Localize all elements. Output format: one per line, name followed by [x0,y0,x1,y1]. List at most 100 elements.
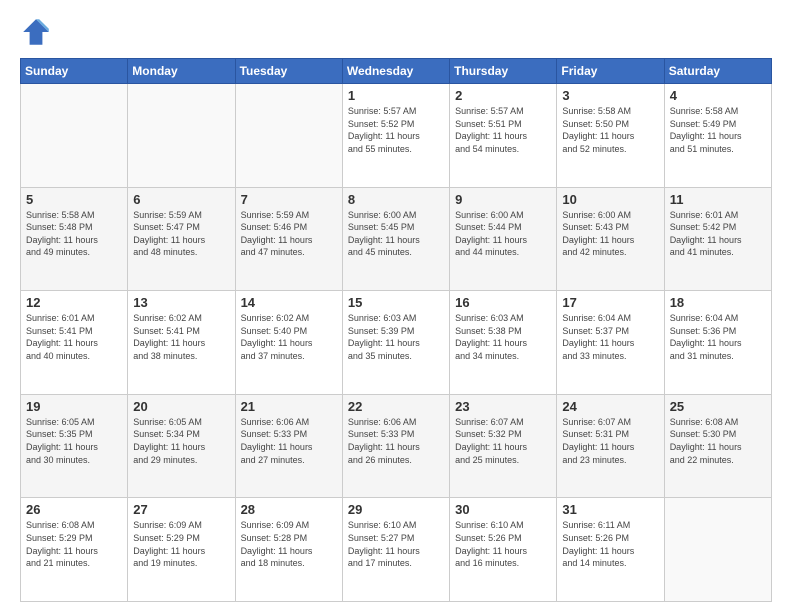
cell-day-number: 5 [26,192,122,207]
cell-day-number: 3 [562,88,658,103]
calendar-cell: 20 Sunrise: 6:05 AM Sunset: 5:34 PM Dayli… [128,394,235,498]
weekday-header-friday: Friday [557,59,664,84]
cell-day-number: 24 [562,399,658,414]
cell-info: Sunrise: 5:57 AM Sunset: 5:52 PM Dayligh… [348,105,444,155]
week-row-3: 12 Sunrise: 6:01 AM Sunset: 5:41 PM Dayli… [21,291,772,395]
calendar-cell: 22Sunrise: 6:06 AM Sunset: 5:33 PM Dayli… [342,394,449,498]
cell-day-number: 29 [348,502,444,517]
cell-day-number: 19 [26,399,122,414]
cell-day-number: 27 [133,502,229,517]
calendar-cell: 7 Sunrise: 5:59 AM Sunset: 5:46 PM Daylig… [235,187,342,291]
cell-info: Sunrise: 6:02 AM Sunset: 5:41 PM Dayligh… [133,312,229,362]
calendar-cell: 6 Sunrise: 5:59 AM Sunset: 5:47 PM Daylig… [128,187,235,291]
calendar-cell: 8 Sunrise: 6:00 AM Sunset: 5:45 PM Daylig… [342,187,449,291]
cell-info: Sunrise: 6:03 AM Sunset: 5:38 PM Dayligh… [455,312,551,362]
cell-day-number: 23 [455,399,551,414]
calendar-cell: 29 Sunrise: 6:10 AM Sunset: 5:27 PM Dayli… [342,498,449,602]
cell-day-number: 15 [348,295,444,310]
cell-day-number: 6 [133,192,229,207]
cell-day-number: 4 [670,88,766,103]
calendar-cell: 17 Sunrise: 6:04 AM Sunset: 5:37 PM Dayli… [557,291,664,395]
cell-info: Sunrise: 5:58 AM Sunset: 5:50 PM Dayligh… [562,105,658,155]
calendar-cell: 23 Sunrise: 6:07 AM Sunset: 5:32 PM Dayli… [450,394,557,498]
cell-info: Sunrise: 6:04 AM Sunset: 5:37 PM Dayligh… [562,312,658,362]
cell-info: Sunrise: 6:10 AM Sunset: 5:27 PM Dayligh… [348,519,444,569]
cell-info: Sunrise: 6:01 AM Sunset: 5:41 PM Dayligh… [26,312,122,362]
calendar-cell: 27Sunrise: 6:09 AM Sunset: 5:29 PM Dayli… [128,498,235,602]
cell-day-number: 17 [562,295,658,310]
cell-info: Sunrise: 6:05 AM Sunset: 5:35 PM Dayligh… [26,416,122,466]
calendar-cell: 13 Sunrise: 6:02 AM Sunset: 5:41 PM Dayli… [128,291,235,395]
calendar-cell: 3 Sunrise: 5:58 AM Sunset: 5:50 PM Daylig… [557,84,664,188]
calendar-cell: 24 Sunrise: 6:07 AM Sunset: 5:31 PM Dayli… [557,394,664,498]
cell-info: Sunrise: 6:05 AM Sunset: 5:34 PM Dayligh… [133,416,229,466]
cell-day-number: 28 [241,502,337,517]
cell-day-number: 8 [348,192,444,207]
cell-day-number: 14 [241,295,337,310]
calendar-cell: 31 Sunrise: 6:11 AM Sunset: 5:26 PM Dayli… [557,498,664,602]
calendar-cell: 15 Sunrise: 6:03 AM Sunset: 5:39 PM Dayli… [342,291,449,395]
cell-info: Sunrise: 6:06 AM Sunset: 5:33 PM Dayligh… [241,416,337,466]
cell-day-number: 16 [455,295,551,310]
cell-day-number: 13 [133,295,229,310]
weekday-header-thursday: Thursday [450,59,557,84]
calendar-cell: 12 Sunrise: 6:01 AM Sunset: 5:41 PM Dayli… [21,291,128,395]
cell-info: Sunrise: 5:57 AM Sunset: 5:51 PM Dayligh… [455,105,551,155]
cell-day-number: 10 [562,192,658,207]
cell-day-number: 12 [26,295,122,310]
weekday-header-sunday: Sunday [21,59,128,84]
cell-day-number: 31 [562,502,658,517]
week-row-2: 5 Sunrise: 5:58 AM Sunset: 5:48 PM Daylig… [21,187,772,291]
cell-info: Sunrise: 5:59 AM Sunset: 5:46 PM Dayligh… [241,209,337,259]
calendar-cell: 30Sunrise: 6:10 AM Sunset: 5:26 PM Dayli… [450,498,557,602]
cell-day-number: 2 [455,88,551,103]
cell-info: Sunrise: 6:00 AM Sunset: 5:43 PM Dayligh… [562,209,658,259]
cell-info: Sunrise: 6:00 AM Sunset: 5:44 PM Dayligh… [455,209,551,259]
calendar-cell: 25 Sunrise: 6:08 AM Sunset: 5:30 PM Dayli… [664,394,771,498]
calendar-cell [128,84,235,188]
cell-info: Sunrise: 5:59 AM Sunset: 5:47 PM Dayligh… [133,209,229,259]
cell-day-number: 11 [670,192,766,207]
weekday-header-monday: Monday [128,59,235,84]
calendar-cell: 18 Sunrise: 6:04 AM Sunset: 5:36 PM Dayli… [664,291,771,395]
weekday-header-saturday: Saturday [664,59,771,84]
cell-day-number: 26 [26,502,122,517]
cell-info: Sunrise: 6:07 AM Sunset: 5:31 PM Dayligh… [562,416,658,466]
calendar-cell: 4 Sunrise: 5:58 AM Sunset: 5:49 PM Daylig… [664,84,771,188]
cell-info: Sunrise: 6:01 AM Sunset: 5:42 PM Dayligh… [670,209,766,259]
week-row-5: 26Sunrise: 6:08 AM Sunset: 5:29 PM Dayli… [21,498,772,602]
cell-day-number: 1 [348,88,444,103]
cell-day-number: 9 [455,192,551,207]
calendar-cell: 28 Sunrise: 6:09 AM Sunset: 5:28 PM Dayli… [235,498,342,602]
cell-day-number: 18 [670,295,766,310]
cell-info: Sunrise: 6:06 AM Sunset: 5:33 PM Dayligh… [348,416,444,466]
cell-info: Sunrise: 5:58 AM Sunset: 5:48 PM Dayligh… [26,209,122,259]
weekday-header-row: SundayMondayTuesdayWednesdayThursdayFrid… [21,59,772,84]
calendar-table: SundayMondayTuesdayWednesdayThursdayFrid… [20,58,772,602]
cell-info: Sunrise: 6:07 AM Sunset: 5:32 PM Dayligh… [455,416,551,466]
weekday-header-tuesday: Tuesday [235,59,342,84]
cell-info: Sunrise: 6:10 AM Sunset: 5:26 PM Dayligh… [455,519,551,569]
cell-info: Sunrise: 6:04 AM Sunset: 5:36 PM Dayligh… [670,312,766,362]
calendar-cell: 5 Sunrise: 5:58 AM Sunset: 5:48 PM Daylig… [21,187,128,291]
calendar-cell: 16 Sunrise: 6:03 AM Sunset: 5:38 PM Dayli… [450,291,557,395]
calendar-cell: 11 Sunrise: 6:01 AM Sunset: 5:42 PM Dayli… [664,187,771,291]
cell-info: Sunrise: 6:08 AM Sunset: 5:30 PM Dayligh… [670,416,766,466]
weekday-header-wednesday: Wednesday [342,59,449,84]
cell-info: Sunrise: 6:09 AM Sunset: 5:28 PM Dayligh… [241,519,337,569]
header [20,16,772,48]
cell-day-number: 7 [241,192,337,207]
calendar-cell [21,84,128,188]
calendar-cell: 2 Sunrise: 5:57 AM Sunset: 5:51 PM Daylig… [450,84,557,188]
cell-day-number: 21 [241,399,337,414]
cell-day-number: 25 [670,399,766,414]
calendar-cell: 19 Sunrise: 6:05 AM Sunset: 5:35 PM Dayli… [21,394,128,498]
calendar-cell: 26Sunrise: 6:08 AM Sunset: 5:29 PM Dayli… [21,498,128,602]
cell-day-number: 20 [133,399,229,414]
cell-info: Sunrise: 6:03 AM Sunset: 5:39 PM Dayligh… [348,312,444,362]
cell-info: Sunrise: 5:58 AM Sunset: 5:49 PM Dayligh… [670,105,766,155]
logo-icon [20,16,52,48]
cell-info: Sunrise: 6:11 AM Sunset: 5:26 PM Dayligh… [562,519,658,569]
cell-info: Sunrise: 6:00 AM Sunset: 5:45 PM Dayligh… [348,209,444,259]
calendar-cell: 1 Sunrise: 5:57 AM Sunset: 5:52 PM Daylig… [342,84,449,188]
